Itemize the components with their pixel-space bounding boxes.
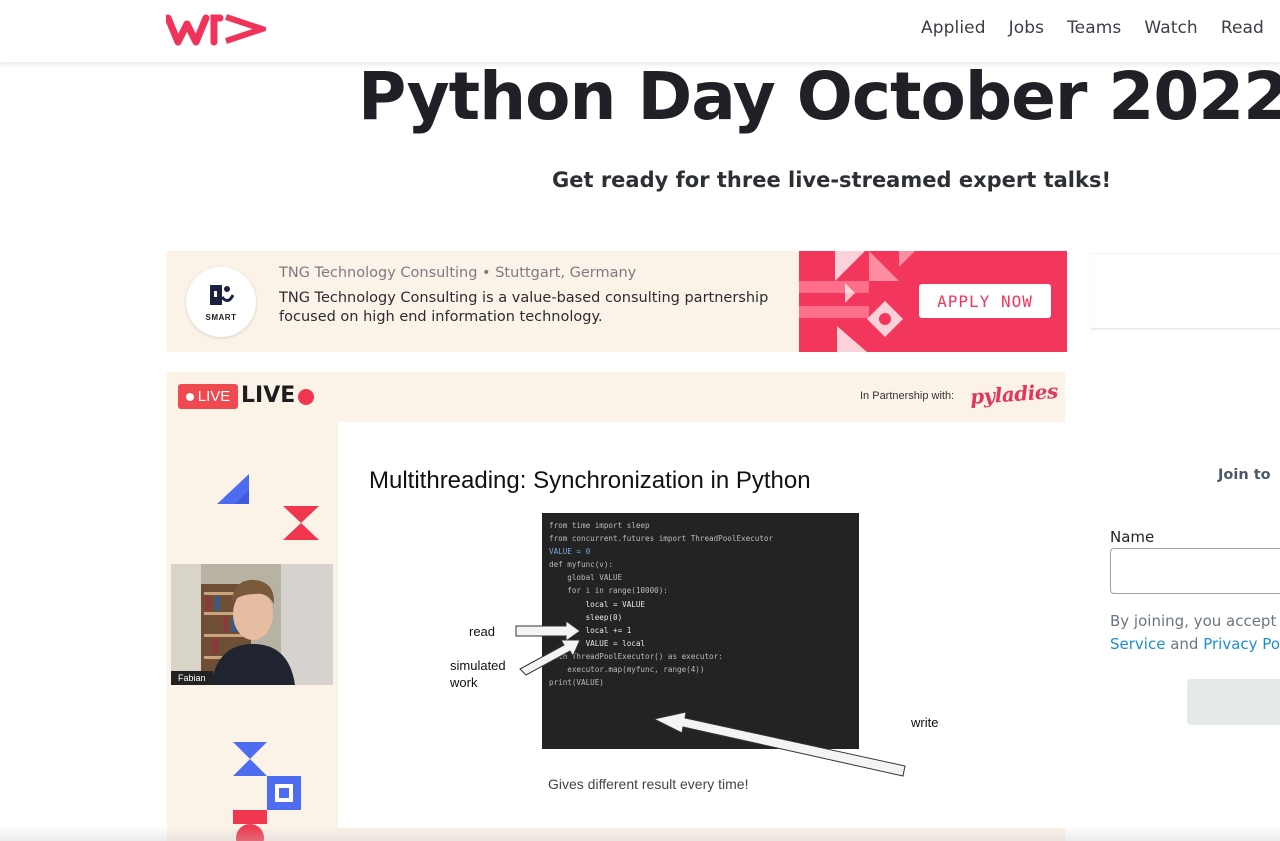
nav-jobs[interactable]: Jobs	[1009, 18, 1044, 38]
speaker-name-tag: Fabian	[171, 671, 213, 685]
join-submit-button[interactable]	[1187, 679, 1280, 725]
annotation-arrows-icon	[515, 620, 906, 777]
privacy-policy-link[interactable]: Privacy Po	[1203, 635, 1280, 653]
live-dot-icon	[185, 392, 194, 401]
name-input[interactable]	[1110, 548, 1280, 594]
terms-and: and	[1170, 635, 1199, 653]
label-work: work	[450, 675, 478, 690]
label-simulated: simulated	[450, 658, 506, 673]
ad-company-meta: TNG Technology Consulting • Stuttgart, G…	[279, 265, 637, 281]
label-write: write	[911, 715, 939, 730]
terms-text: By joining, you accept Service and Priva…	[1110, 610, 1280, 656]
company-logo-text: SMART	[205, 312, 237, 322]
main-nav: Applied Jobs Teams Watch Read	[921, 18, 1264, 38]
partnership-text: In Partnership with:	[860, 390, 955, 402]
nav-watch[interactable]: Watch	[1144, 18, 1197, 38]
site-header: Applied Jobs Teams Watch Read	[0, 0, 1280, 62]
terms-of-service-link[interactable]: Service	[1110, 635, 1165, 653]
nav-applied[interactable]: Applied	[921, 18, 986, 38]
right-panel-header	[1091, 253, 1280, 329]
live-stream-panel[interactable]: LIVE LIVE In Partnership with: pyladies	[167, 372, 1065, 841]
page-subtitle: Get ready for three live-streamed expert…	[552, 168, 1112, 192]
nav-teams[interactable]: Teams	[1067, 18, 1121, 38]
live-label: LIVE	[241, 383, 296, 408]
ad-description: TNG Technology Consulting is a value-bas…	[279, 290, 769, 325]
live-badge: LIVE	[178, 384, 238, 409]
speaker-video-icon	[171, 564, 333, 685]
smart-logo-icon	[210, 284, 234, 305]
live-badge-label: LIVE	[197, 388, 231, 405]
company-logo: SMART	[186, 267, 256, 337]
slide-footer-text: Gives different result every time!	[548, 776, 749, 792]
decorative-shapes-top-icon	[217, 474, 319, 540]
pyladies-logo: pyladies	[969, 378, 1059, 410]
join-heading: Join to	[1218, 467, 1271, 483]
terms-line: By joining, you accept	[1110, 612, 1277, 630]
apply-now-button[interactable]: APPLY NOW	[919, 284, 1051, 318]
name-label: Name	[1110, 528, 1155, 546]
recording-dot-icon	[298, 389, 314, 405]
page-title: Python Day October 2022	[358, 58, 1280, 135]
presentation-slide: Multithreading: Synchronization in Pytho…	[338, 422, 1065, 828]
wm-logo-icon[interactable]	[166, 12, 266, 46]
nav-read[interactable]: Read	[1221, 18, 1264, 38]
page-bottom-fade	[0, 826, 1280, 841]
speaker-webcam: Fabian	[171, 564, 333, 685]
job-ad-banner[interactable]: SMART TNG Technology Consulting • Stuttg…	[167, 251, 1067, 352]
label-read: read	[469, 624, 496, 639]
